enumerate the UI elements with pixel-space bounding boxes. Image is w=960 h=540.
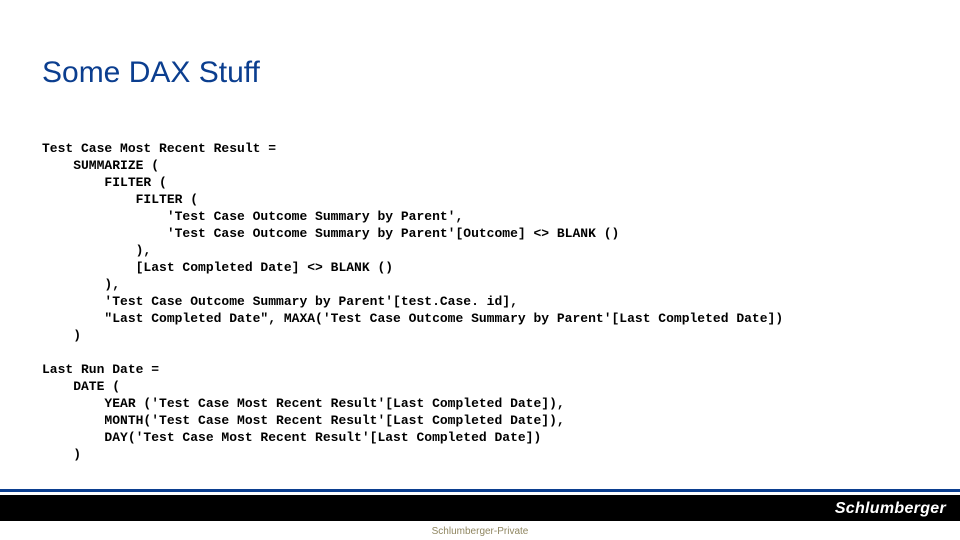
brand-logo-text: Schlumberger bbox=[835, 500, 946, 518]
footer-rule bbox=[0, 489, 960, 492]
footer-bar bbox=[0, 495, 960, 521]
slide: Some DAX Stuff Test Case Most Recent Res… bbox=[0, 0, 960, 540]
confidentiality-label: Schlumberger-Private bbox=[0, 526, 960, 537]
slide-title: Some DAX Stuff bbox=[42, 56, 260, 90]
dax-code-block: Test Case Most Recent Result = SUMMARIZE… bbox=[42, 140, 783, 463]
